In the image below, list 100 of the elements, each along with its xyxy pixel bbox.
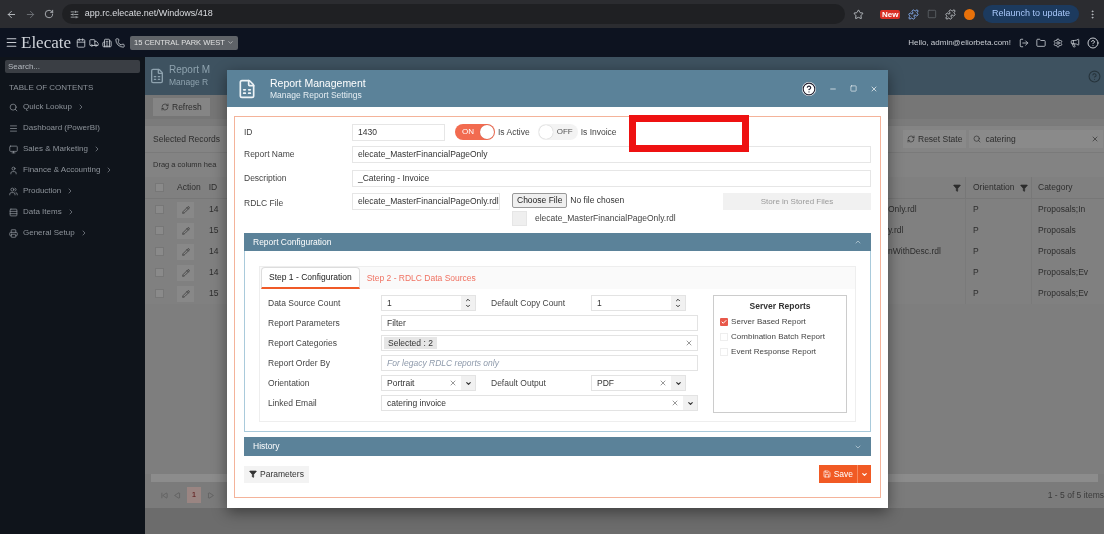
number-field[interactable]: 1	[381, 295, 476, 311]
relaunch-button[interactable]: Relaunch to update	[983, 5, 1080, 23]
nav-item[interactable]: General Setup	[9, 225, 140, 241]
extension-badge[interactable]: New	[879, 9, 901, 19]
decrement-icon[interactable]	[465, 303, 471, 309]
table-cell: P	[973, 266, 979, 279]
extension-icon[interactable]	[908, 8, 920, 20]
decrement-icon[interactable]	[675, 303, 681, 309]
file-status: No file chosen	[570, 194, 625, 207]
section-header[interactable]: History	[244, 437, 871, 456]
input-field[interactable]: elecate_MasterFinancialPageOnly.rdl	[352, 193, 500, 210]
tab[interactable]: Step 1 - Configuration	[261, 267, 360, 289]
reset-icon	[907, 135, 915, 143]
maximize-icon[interactable]	[850, 85, 857, 92]
clear-icon[interactable]	[449, 379, 457, 387]
column-header[interactable]: Orientation	[973, 181, 1015, 194]
dropdown-field[interactable]: Portrait	[381, 375, 476, 391]
dropdown-field[interactable]: PDF	[591, 375, 686, 391]
table-cell: Proposals;Ev	[1038, 266, 1089, 279]
nav-icon	[9, 123, 18, 133]
search-field[interactable]: Search...	[5, 60, 140, 73]
input-field[interactable]: For legacy RDLC reports only	[381, 355, 699, 371]
megaphone-icon[interactable]	[1070, 37, 1080, 48]
increment-icon[interactable]	[675, 297, 681, 303]
site-settings-icon[interactable]	[69, 9, 79, 19]
clear-icon[interactable]	[685, 339, 694, 347]
multiselect-field[interactable]: Selected : 2	[381, 335, 699, 351]
menu-icon[interactable]	[5, 36, 18, 49]
column-header[interactable]: ID	[208, 181, 218, 194]
table-cell: Only.rdl	[888, 204, 917, 215]
search-field[interactable]: catering	[969, 130, 1104, 148]
field-label: Description	[244, 171, 288, 185]
toggle-switch[interactable]: OFF	[537, 124, 578, 140]
save-button[interactable]: Save	[818, 465, 871, 483]
nav-item[interactable]: Finance & Accounting	[9, 162, 140, 178]
number-field[interactable]: 1	[591, 295, 686, 311]
logout-icon[interactable]	[1019, 37, 1029, 48]
save-icon	[822, 470, 831, 478]
increment-icon[interactable]	[465, 297, 471, 303]
nav-icon	[9, 228, 18, 238]
section-header[interactable]: Report Configuration	[244, 233, 871, 251]
input-field[interactable]: _Catering - Invoice	[352, 169, 871, 187]
extensions-icon[interactable]	[945, 8, 957, 20]
caret-icon[interactable]	[674, 379, 682, 387]
edit-button[interactable]	[177, 264, 194, 281]
clear-icon[interactable]	[659, 379, 667, 387]
forward-icon[interactable]	[24, 8, 36, 20]
profile-avatar[interactable]	[964, 8, 976, 20]
table-cell: y.rdl	[888, 225, 904, 236]
choose-file-button[interactable]: Choose File	[512, 193, 568, 208]
column-header[interactable]: Category	[1038, 181, 1073, 194]
filter-icon[interactable]	[1019, 183, 1028, 192]
table-cell: 14	[209, 266, 219, 279]
filter-icon[interactable]	[953, 183, 961, 192]
table-cell: P	[973, 245, 979, 258]
edit-button[interactable]	[177, 285, 194, 302]
caret-icon[interactable]	[686, 399, 694, 407]
bookmark-icon[interactable]	[853, 8, 864, 20]
field-label: Report Parameters	[268, 316, 341, 330]
nav-item[interactable]: Quick Lookup	[9, 99, 140, 115]
collapse-icon	[854, 238, 862, 246]
nav-item[interactable]: Dashboard (PowerBI)	[9, 120, 140, 136]
address-bar[interactable]: app.rc.elecate.net/Windows/418	[61, 4, 846, 24]
parameters-button[interactable]: Parameters	[244, 465, 309, 483]
folder-icon[interactable]	[1036, 37, 1046, 48]
extension-icon[interactable]	[927, 9, 938, 19]
toggle-label: Is Invoice	[580, 125, 617, 139]
input-field[interactable]: 1430	[352, 123, 445, 141]
close-icon[interactable]	[870, 84, 878, 93]
dropdown-field[interactable]: catering invoice	[381, 395, 699, 411]
field-label: Report Categories	[268, 336, 338, 350]
nav-item[interactable]: Data Items	[9, 204, 140, 220]
help-icon[interactable]	[802, 81, 816, 96]
table-cell: 14	[209, 245, 219, 258]
pencil-icon	[181, 289, 190, 298]
nav-item[interactable]: Sales & Marketing	[9, 141, 140, 157]
table-cell: P	[973, 203, 979, 216]
column-header[interactable]: Action	[177, 181, 201, 194]
reset-state-button[interactable]: Reset State	[903, 130, 967, 148]
truck-icon[interactable]	[89, 37, 99, 48]
caret-icon[interactable]	[464, 379, 472, 387]
field-label: Report Name	[244, 147, 296, 161]
settings-icon[interactable]	[1053, 37, 1063, 48]
edit-button[interactable]	[177, 201, 194, 218]
input-field[interactable]: Filter	[381, 315, 699, 331]
edit-button[interactable]	[177, 243, 194, 260]
reload-icon[interactable]	[43, 9, 54, 19]
back-icon[interactable]	[6, 8, 17, 20]
calendar-icon[interactable]	[76, 37, 86, 48]
checkbox[interactable]	[720, 317, 729, 326]
building-icon[interactable]	[102, 37, 112, 48]
edit-button[interactable]	[177, 222, 194, 239]
clear-icon[interactable]	[671, 399, 680, 407]
refresh-button[interactable]: Refresh	[153, 98, 210, 116]
clear-icon[interactable]	[1091, 135, 1100, 143]
phone-icon[interactable]	[115, 37, 125, 48]
page-button[interactable]: 1	[187, 487, 201, 503]
table-cell: Proposals	[1038, 224, 1076, 237]
logo: Elecate	[21, 31, 71, 54]
nav-item[interactable]: Production	[9, 183, 140, 199]
